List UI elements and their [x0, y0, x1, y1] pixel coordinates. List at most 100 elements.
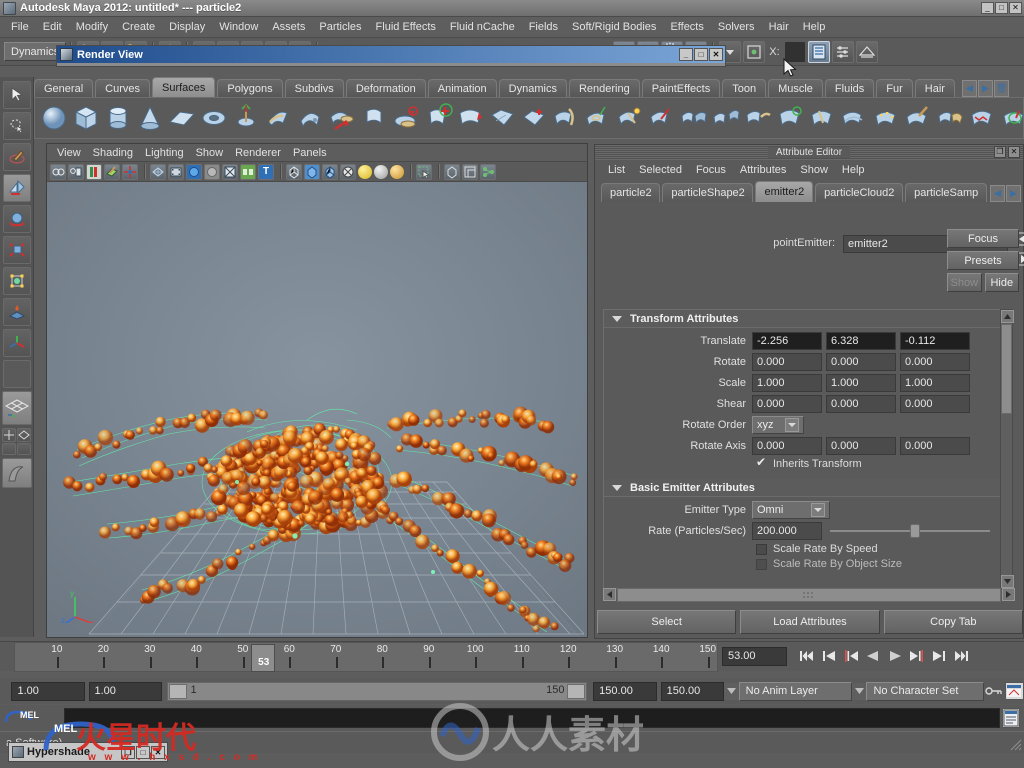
intersect-icon[interactable]	[551, 101, 581, 135]
ae-tab-next-button[interactable]: ▶	[1006, 185, 1022, 202]
time-slider-track[interactable]: 10 20 30 40 50 60 70 80 90 100 110 120 130 140 150 53	[14, 642, 718, 672]
show-attribute-editor-icon[interactable]	[807, 40, 830, 63]
shelf-tab-rendering[interactable]: Rendering	[568, 79, 640, 97]
show-manipulator-tool[interactable]	[2, 329, 31, 357]
extrude-icon[interactable]	[359, 101, 389, 135]
xray-icon[interactable]	[222, 163, 238, 180]
viewport-menu-lighting[interactable]: Lighting	[139, 146, 190, 160]
shear-field-y[interactable]: 0.000	[826, 395, 896, 413]
text-icon[interactable]: T	[258, 163, 274, 180]
bevel-plus-icon[interactable]	[519, 101, 549, 135]
square-icon[interactable]	[455, 101, 485, 135]
nurbs-cube-icon[interactable]	[71, 101, 101, 135]
shelf-tab-muscle[interactable]: Muscle	[768, 79, 823, 97]
scroll-down-button[interactable]	[1001, 575, 1014, 588]
scroll-left-button[interactable]	[603, 588, 616, 601]
attach-surfaces-icon[interactable]	[679, 101, 709, 135]
film-gate-icon[interactable]	[168, 163, 184, 180]
menu-item-display[interactable]: Display	[162, 19, 212, 35]
untrim-icon[interactable]	[647, 101, 677, 135]
boundary-icon[interactable]	[423, 101, 453, 135]
light-none-icon[interactable]	[358, 164, 372, 179]
hypershade-close-button[interactable]: ✕	[151, 745, 165, 759]
sculpt-surfaces-icon[interactable]	[999, 101, 1024, 135]
bevel-icon[interactable]	[487, 101, 517, 135]
shelf-tab-fur[interactable]: Fur	[876, 79, 913, 97]
image-plane-icon[interactable]	[104, 163, 120, 180]
camera-attributes-icon[interactable]	[68, 163, 84, 180]
rotate-tool[interactable]	[2, 205, 31, 233]
texture-icon[interactable]	[340, 163, 356, 180]
shelf-tab-fluids[interactable]: Fluids	[824, 79, 875, 97]
scale-tool[interactable]	[2, 236, 31, 264]
menu-item-modify[interactable]: Modify	[69, 19, 115, 35]
last-tool-used[interactable]	[2, 360, 31, 388]
menu-item-fields[interactable]: Fields	[522, 19, 565, 35]
rotate-order-dropdown[interactable]: xyz	[752, 416, 804, 434]
light-default-icon[interactable]	[374, 164, 388, 179]
nurbs-circle-icon[interactable]	[231, 101, 261, 135]
viewport-menu-view[interactable]: View	[51, 146, 87, 160]
shear-field-x[interactable]: 0.000	[752, 395, 822, 413]
detach-surfaces-icon[interactable]	[711, 101, 741, 135]
shelf-delete-button[interactable]: 🗑	[993, 80, 1009, 97]
soft-modification-tool[interactable]	[2, 298, 31, 326]
nurbs-plane-icon[interactable]	[167, 101, 197, 135]
mel-label[interactable]: MEL	[4, 708, 62, 728]
menu-item-soft-rigid-bodies[interactable]: Soft/Rigid Bodies	[565, 19, 663, 35]
four-view-layout[interactable]	[1, 391, 32, 425]
open-close-surfaces-icon[interactable]	[775, 101, 805, 135]
shelf-tab-subdivs[interactable]: Subdivs	[284, 79, 344, 97]
shelf-tab-painteffects[interactable]: PaintEffects	[641, 79, 721, 97]
menu-item-assets[interactable]: Assets	[265, 19, 312, 35]
lasso-tool[interactable]	[2, 112, 31, 140]
window-controls[interactable]: _ □ ✕	[981, 2, 1022, 14]
scroll-right-button[interactable]	[1002, 588, 1015, 601]
ae-menu-help[interactable]: Help	[835, 163, 872, 177]
light-all-icon[interactable]	[390, 164, 404, 179]
shaded-wireframe-icon[interactable]	[322, 163, 338, 180]
menu-item-file[interactable]: File	[4, 19, 36, 35]
rotate-axis-field-x[interactable]: 0.000	[752, 437, 822, 455]
shelf-tab-deformation[interactable]: Deformation	[345, 79, 426, 97]
select-camera-icon[interactable]	[50, 163, 66, 180]
show-channel-box-icon[interactable]	[855, 40, 878, 63]
nurbs-cone-icon[interactable]	[135, 101, 165, 135]
step-forward-frame-icon[interactable]	[907, 645, 927, 667]
two-d-pan-zoom-icon[interactable]	[122, 163, 138, 180]
emitter-type-dropdown[interactable]: Omni	[752, 501, 830, 519]
menu-item-fluid-ncache[interactable]: Fluid nCache	[443, 19, 522, 35]
menu-item-particles[interactable]: Particles	[312, 19, 368, 35]
playback-end-time-field[interactable]: 150.00	[593, 681, 657, 701]
scale-rate-by-object-size-checkbox[interactable]	[756, 558, 767, 570]
menu-item-fluid-effects[interactable]: Fluid Effects	[369, 19, 443, 35]
resolution-gate-icon[interactable]	[186, 163, 202, 180]
viewport-menu-panels[interactable]: Panels	[287, 146, 333, 160]
attribute-scroll-area[interactable]: Transform Attributes Translate -2.256 6.32…	[603, 309, 1001, 589]
shelf-tab-hair[interactable]: Hair	[914, 79, 955, 97]
shelf-tab-animation[interactable]: Animation	[427, 79, 497, 97]
range-end-grip[interactable]	[567, 683, 586, 699]
ae-menu-show[interactable]: Show	[793, 163, 835, 177]
time-slider[interactable]: 10 20 30 40 50 60 70 80 90 100 110 120 130 140 150 53 5…	[0, 641, 1024, 672]
playblast-icon[interactable]	[480, 163, 496, 180]
scale-field-x[interactable]: 1.000	[752, 374, 822, 392]
viewport-menu-renderer[interactable]: Renderer	[229, 146, 287, 160]
script-editor-icon[interactable]	[1002, 708, 1020, 728]
menu-item-create[interactable]: Create	[115, 19, 162, 35]
menu-item-help[interactable]: Help	[796, 19, 833, 35]
ae-tab-emitter2[interactable]: emitter2	[755, 181, 814, 202]
revolve-icon[interactable]	[263, 101, 293, 135]
animation-end-time-field[interactable]: 150.00	[660, 681, 725, 701]
viewport-menu-shading[interactable]: Shading	[87, 146, 139, 160]
current-time-indicator[interactable]: 53	[250, 644, 275, 672]
ae-tab-particleshape2[interactable]: particleShape2	[662, 183, 754, 202]
minimize-button[interactable]: _	[981, 2, 994, 14]
focus-button[interactable]: Focus	[947, 229, 1019, 248]
menu-item-effects[interactable]: Effects	[663, 19, 710, 35]
stitch-icon[interactable]	[967, 101, 997, 135]
select-tool[interactable]	[2, 81, 31, 109]
viewport-canvas[interactable]: y x z	[47, 182, 587, 637]
render-view-window[interactable]: Render View _ □ ✕	[56, 45, 726, 67]
presets-button[interactable]: Presets	[947, 251, 1019, 270]
